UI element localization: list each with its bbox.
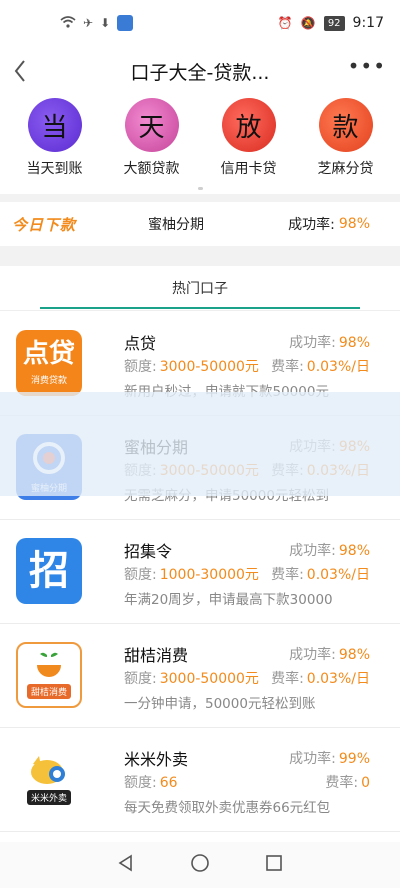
success-rate: 成功率: 98% [289, 647, 370, 663]
today-badge: 今日下款 [12, 215, 77, 234]
category-sesame-loan[interactable]: 款 芝麻分贷 [300, 98, 392, 190]
quota: 额度: 3000-50000元 [124, 671, 259, 687]
quota: 额度: 1000-30000元 [124, 567, 259, 583]
category-label: 信用卡贷 [220, 161, 277, 177]
square-recents-icon [265, 855, 282, 871]
category-icon: 款 [318, 98, 373, 152]
list-item[interactable]: 蜜柚分期 蜜柚分期 成功率: 98% 额度: 3000-50000元 费率: 0.03… [0, 416, 400, 520]
logo-subtext: 消费贷款 [30, 375, 67, 386]
today-rate-value: 98% [338, 216, 370, 232]
back-button[interactable] [10, 54, 40, 88]
category-large-loan[interactable]: 天 大额贷款 [106, 98, 198, 190]
product-name: 点贷 [124, 334, 157, 353]
product-description: 年满20周岁，申请最高下款30000 [124, 592, 333, 608]
category-shortcuts: 当 当天到账 天 大额贷款 放 信用卡贷 款 芝麻分贷 [0, 98, 400, 190]
product-name: 蜜柚分期 [124, 438, 189, 457]
list-item[interactable]: 招 招集令 成功率: 98% 额度: 1000-30000元 费率: 0.03%/日 … [0, 520, 400, 624]
page-title: 口子大全-贷款... [130, 61, 270, 84]
section-divider [0, 246, 400, 266]
wifi-icon [60, 16, 76, 30]
list-item[interactable]: 米米外卖 米米外卖 成功率: 99% 额度: 66 费率: 0 每天免费领取外卖优惠券… [0, 728, 400, 832]
nav-bar: 口子大全-贷款... ••• [0, 46, 400, 96]
category-credit-card-loan[interactable]: 放 信用卡贷 [203, 98, 295, 190]
product-description: 新用户秒过，申请就下款50000元 [124, 384, 329, 400]
page-indicator [198, 187, 203, 190]
triangle-back-icon [118, 854, 133, 872]
success-rate: 成功率: 98% [289, 543, 370, 559]
category-icon: 天 [124, 98, 179, 152]
quota: 额度: 3000-50000元 [124, 463, 259, 479]
product-logo: 点贷 消费贷款 [16, 330, 82, 396]
category-icon: 当 [27, 98, 82, 152]
today-loan-banner[interactable]: 今日下款 蜜柚分期 成功率: 98% [0, 202, 400, 246]
list-item[interactable]: 甜桔消费 甜桔消费 成功率: 98% 额度: 3000-50000元 费率: 0.03… [0, 624, 400, 728]
list-item[interactable]: 点贷 消费贷款 点贷 成功率: 98% 额度: 3000-50000元 费率: 0.0… [0, 312, 400, 416]
category-icon: 放 [221, 98, 276, 152]
alarm-icon: ⏰ [277, 16, 293, 30]
product-description: 一分钟申请，50000元轻松到账 [124, 696, 316, 712]
category-label: 大额贷款 [123, 161, 180, 177]
product-logo: 甜桔消费 [16, 642, 82, 708]
nav-back-button[interactable] [117, 854, 135, 876]
clock: 9:17 [352, 15, 384, 31]
nav-recents-button[interactable] [265, 854, 283, 876]
category-label: 当天到账 [26, 161, 83, 177]
fee-rate: 费率: 0.03%/日 [271, 671, 370, 687]
nav-home-button[interactable] [190, 853, 210, 877]
logo-text: 招 [29, 548, 69, 594]
fee-rate: 费率: 0 [325, 775, 370, 791]
logo-text: 点贷 [22, 338, 75, 369]
logo-subtext: 蜜柚分期 [30, 483, 67, 494]
product-logo: 招 [16, 538, 82, 604]
product-description: 无需芝麻分，申请50000元轻松到 [124, 488, 329, 504]
more-button[interactable]: ••• [348, 54, 386, 78]
fee-rate: 费率: 0.03%/日 [271, 359, 370, 375]
product-name: 招集令 [124, 542, 173, 561]
battery-indicator: 92 [323, 15, 345, 31]
fee-rate: 费率: 0.03%/日 [271, 463, 370, 479]
system-nav-bar [0, 842, 400, 888]
status-bar: ✈ ⬇ ⏰ 🔕 92 9:17 [0, 0, 400, 46]
logo-subtext: 米米外卖 [26, 789, 71, 805]
fee-rate: 费率: 0.03%/日 [271, 567, 370, 583]
success-rate: 成功率: 98% [289, 439, 370, 455]
kangaroo-mascot-icon [31, 755, 65, 784]
chevron-left-icon [14, 60, 25, 82]
section-divider [0, 194, 400, 202]
tab-active-indicator [40, 307, 360, 309]
today-product-name: 蜜柚分期 [148, 217, 205, 233]
quota: 额度: 3000-50000元 [124, 359, 259, 375]
product-list: 点贷 消费贷款 点贷 成功率: 98% 额度: 3000-50000元 费率: 0.0… [0, 312, 400, 832]
tab-divider [0, 310, 400, 311]
today-rate-label: 成功率: [288, 217, 335, 233]
orange-fruit-icon [37, 652, 61, 677]
mute-icon: 🔕 [300, 16, 316, 30]
tab-bar: 热门口子 [0, 266, 400, 310]
target-icon [33, 441, 65, 474]
category-same-day[interactable]: 当 当天到账 [9, 98, 101, 190]
product-name: 甜桔消费 [124, 646, 189, 665]
product-logo: 蜜柚分期 [16, 434, 82, 500]
more-dots-icon: ••• [347, 54, 386, 78]
tab-hot[interactable]: 热门口子 [172, 278, 228, 298]
success-rate: 成功率: 99% [289, 751, 370, 767]
product-description: 每天免费领取外卖优惠券66元红包 [124, 800, 331, 816]
logo-subtext: 甜桔消费 [26, 684, 71, 699]
app-notification-icon [117, 15, 134, 31]
product-logo: 米米外卖 [16, 746, 82, 812]
circle-home-icon [191, 854, 209, 872]
product-name: 米米外卖 [124, 750, 189, 769]
category-label: 芝麻分贷 [317, 161, 374, 177]
download-icon: ⬇ [100, 16, 111, 30]
airplane-icon: ✈ [83, 16, 94, 30]
quota: 额度: 66 [124, 775, 178, 791]
success-rate: 成功率: 98% [289, 335, 370, 351]
